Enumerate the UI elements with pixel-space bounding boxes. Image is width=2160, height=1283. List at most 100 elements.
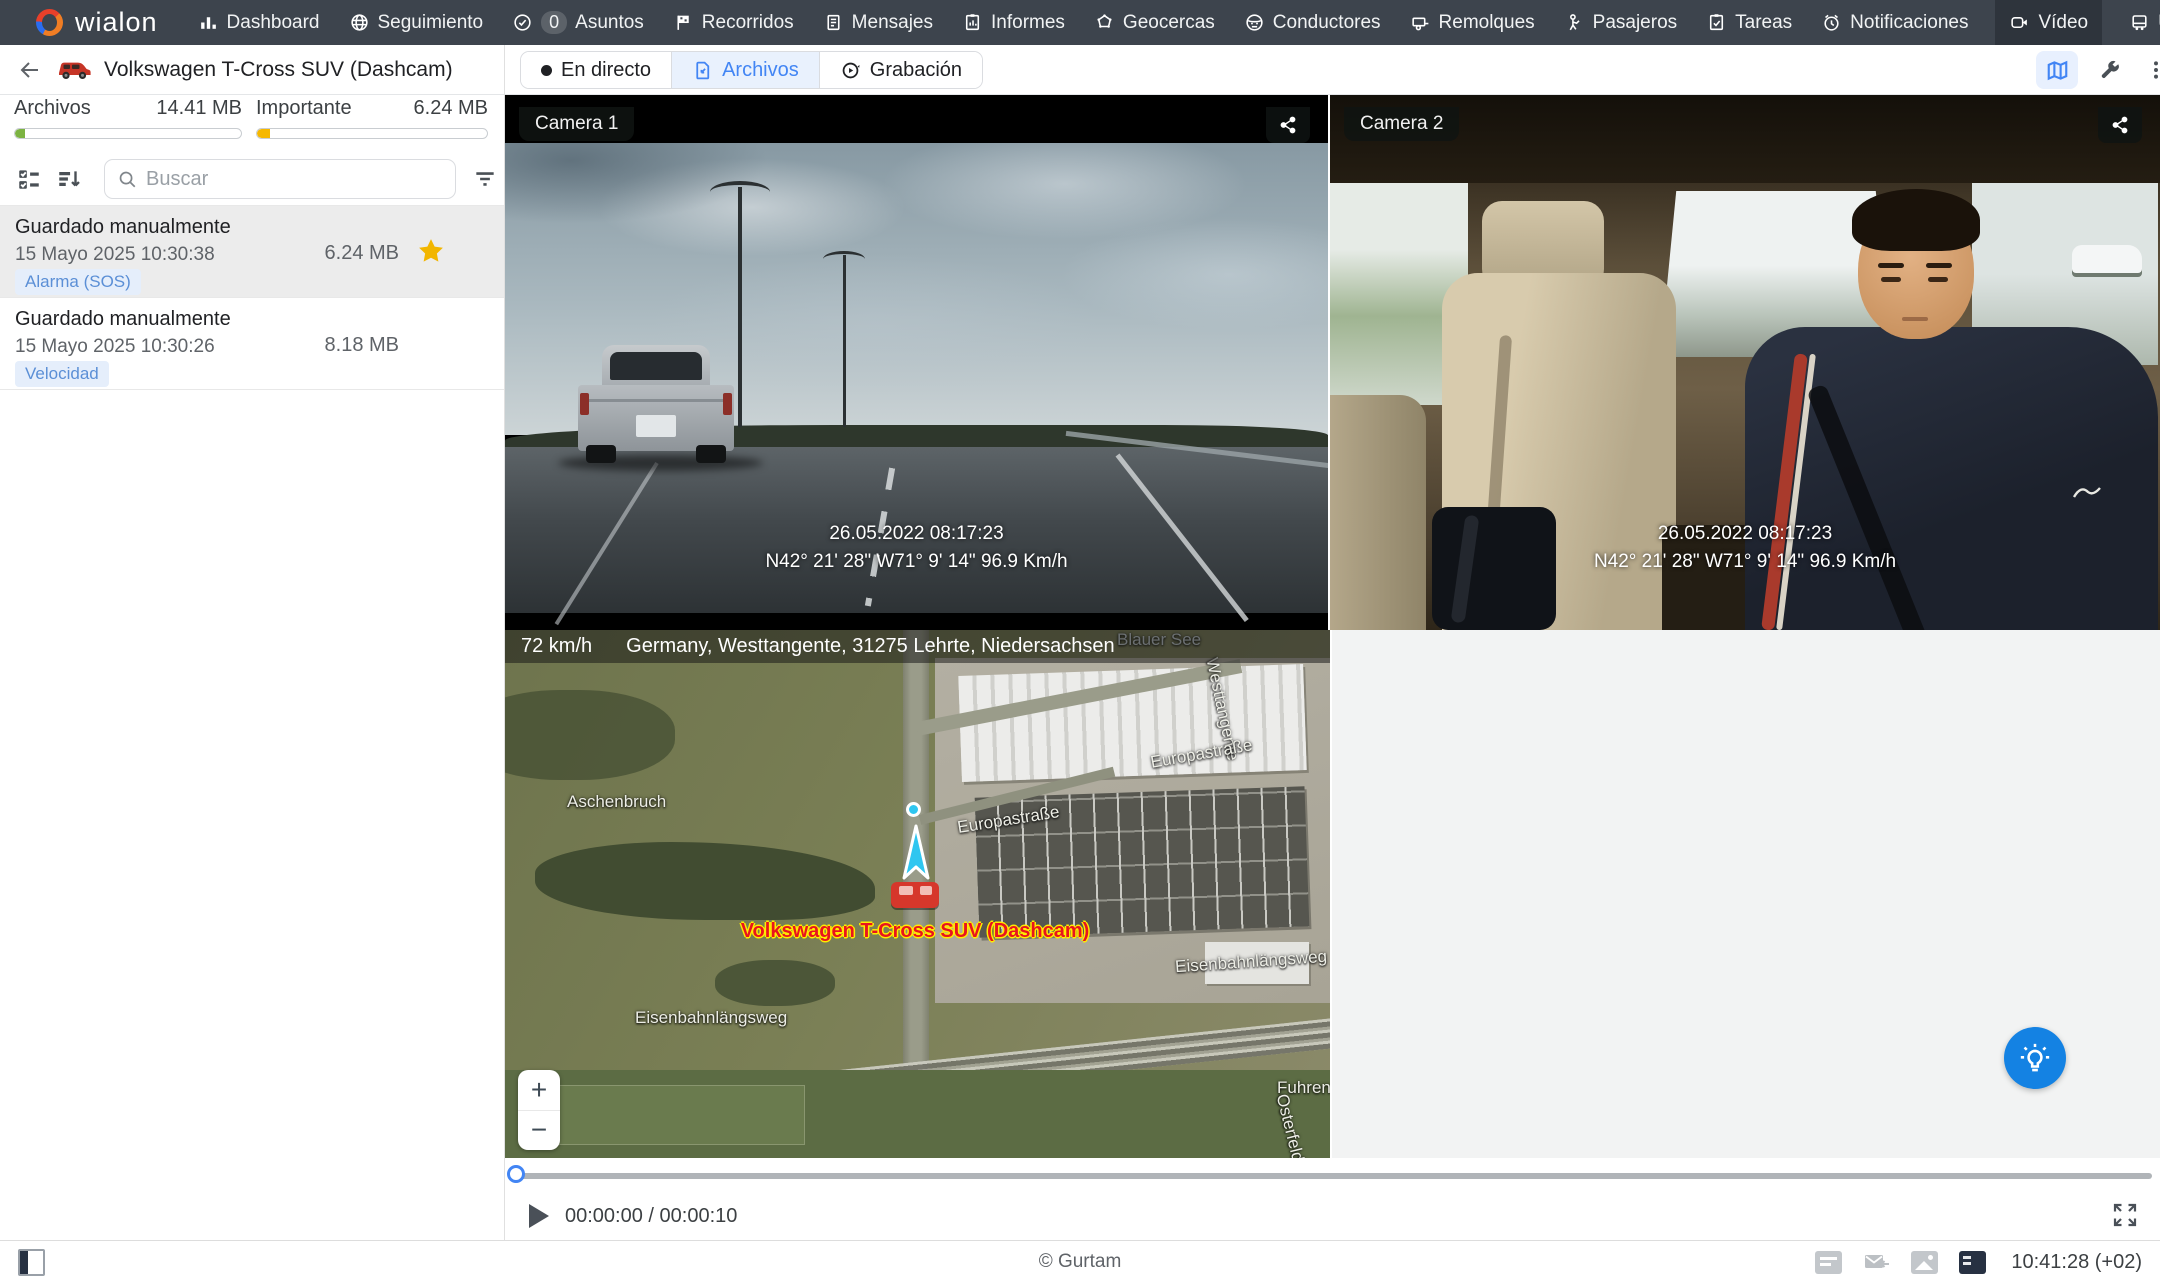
nav-item-informes[interactable]: Informes — [960, 0, 1067, 45]
clock-time: 10:41:28 (+02) — [2011, 1251, 2142, 1274]
live-dot-icon — [541, 65, 552, 76]
nav-item-pasajeros[interactable]: Pasajeros — [1562, 0, 1680, 45]
wialon-logo-icon — [36, 9, 63, 36]
cam1-position: N42° 21' 28" W71° 9' 14" 96.9 Km/h — [505, 551, 1328, 573]
map-label: Aschenbruch — [567, 792, 666, 812]
back-button[interactable] — [14, 55, 44, 85]
tasks-icon — [1706, 12, 1727, 33]
nav-item-seguimiento[interactable]: Seguimiento — [347, 0, 486, 45]
zoom-out-button[interactable]: − — [518, 1111, 560, 1151]
share-icon — [1278, 115, 1298, 135]
jacket-logo — [2072, 483, 2102, 501]
file-tag-badge: Velocidad — [15, 361, 109, 387]
tab-grabacion[interactable]: Grabación — [819, 52, 982, 88]
cam1-timestamp: 26.05.2022 08:17:23 — [505, 523, 1328, 545]
cam2-share-button[interactable] — [2098, 107, 2142, 143]
asuntos-count-badge: 0 — [541, 11, 567, 34]
fullscreen-icon — [2110, 1200, 2140, 1230]
dashboard-icon — [198, 12, 219, 33]
search-input[interactable] — [146, 168, 443, 191]
vehicle-icon — [56, 59, 92, 81]
importante-value: 6.24 MB — [414, 97, 488, 120]
file-date: 15 Mayo 2025 10:30:38 — [15, 244, 215, 266]
map-header: 72 km/h Germany, Westtangente, 31275 Leh… — [505, 630, 1330, 663]
file-item-1[interactable]: Guardado manualmente 15 Mayo 2025 10:30:… — [0, 206, 504, 298]
camera-2-label: Camera 2 — [1344, 107, 1459, 141]
sidebar-header: Volkswagen T-Cross SUV (Dashcam) — [0, 45, 504, 95]
hint-fab-button[interactable] — [2004, 1027, 2066, 1089]
playback-slider-thumb[interactable] — [507, 1165, 525, 1183]
status-bar: © Gurtam 10:41:28 (+02) — [0, 1240, 2160, 1283]
play-icon — [525, 1202, 551, 1230]
settings-wrench-button[interactable] — [2089, 51, 2131, 89]
layout-panel-icon[interactable] — [1959, 1251, 1986, 1274]
star-icon[interactable] — [416, 236, 446, 266]
video-tabbar: En directo Archivos Grabación — [505, 45, 2160, 95]
file-size: 8.18 MB — [325, 334, 399, 357]
nav-item-asuntos[interactable]: 0 Asuntos — [510, 0, 646, 45]
nav-item-mensajes[interactable]: Mensajes — [821, 0, 935, 45]
sidebar: Volkswagen T-Cross SUV (Dashcam) Archivo… — [0, 45, 505, 1240]
app-root: wialon Dashboard Seguimiento 0 Asuntos R… — [0, 0, 2160, 1283]
track-point — [906, 802, 921, 817]
bus-icon — [2129, 12, 2150, 33]
archivos-label: Archivos — [14, 97, 91, 120]
playback-slider[interactable] — [513, 1173, 2152, 1179]
check-circle-icon — [512, 12, 533, 33]
map-icon — [2045, 58, 2070, 83]
search-box — [104, 159, 456, 199]
lightbulb-icon — [2018, 1041, 2052, 1075]
more-options-button[interactable] — [2135, 51, 2160, 89]
archivos-progressbar — [14, 128, 242, 139]
nav-item-remolques[interactable]: Remolques — [1408, 0, 1537, 45]
playback-time: 00:00:00 / 00:00:10 — [565, 1205, 737, 1228]
nav-item-geocercas[interactable]: Geocercas — [1092, 0, 1217, 45]
cam2-position: N42° 21' 28" W71° 9' 14" 96.9 Km/h — [1330, 551, 2160, 573]
filter-icon[interactable] — [468, 162, 502, 196]
map-zoom-control: + − — [518, 1070, 560, 1150]
map-label: Eisenbahnlängsweg — [635, 1008, 787, 1028]
nav-item-unidades[interactable]: Unidades — [2127, 0, 2160, 45]
nav-item-notificaciones[interactable]: Notificaciones — [1819, 0, 1970, 45]
camera-2-pane[interactable]: Camera 2 26.05.2022 08:17:23 N42° 21' 28… — [1330, 95, 2160, 630]
nav-item-video[interactable]: Vídeo — [1995, 0, 2102, 45]
driver-icon — [1244, 12, 1265, 33]
zoom-in-button[interactable]: + — [518, 1070, 560, 1111]
image-icon[interactable] — [1911, 1251, 1938, 1274]
nav-item-recorridos[interactable]: Recorridos — [671, 0, 796, 45]
video-mode-tabs: En directo Archivos Grabación — [520, 51, 983, 89]
nav-item-dashboard[interactable]: Dashboard — [196, 0, 322, 45]
nav-item-tareas[interactable]: Tareas — [1704, 0, 1794, 45]
mail-export-icon[interactable] — [1863, 1251, 1890, 1274]
cam1-share-button[interactable] — [1266, 107, 1310, 143]
map-address: Germany, Westtangente, 31275 Lehrte, Nie… — [626, 635, 1114, 658]
tab-en-directo[interactable]: En directo — [521, 52, 671, 88]
file-date: 15 Mayo 2025 10:30:26 — [15, 336, 215, 358]
cam1-pickup-truck — [550, 333, 775, 473]
wialon-logo-text: wialon — [75, 7, 158, 38]
nav-items: Dashboard Seguimiento 0 Asuntos Recorrid… — [196, 0, 2160, 45]
file-item-2[interactable]: Guardado manualmente 15 Mayo 2025 10:30:… — [0, 298, 504, 390]
fullscreen-button[interactable] — [2110, 1200, 2140, 1230]
play-button[interactable] — [525, 1202, 551, 1230]
recording-icon — [840, 60, 861, 81]
alarm-icon — [1821, 12, 1842, 33]
log-icon[interactable] — [1815, 1251, 1842, 1274]
file-title: Guardado manualmente — [15, 308, 231, 331]
map-toggle-button[interactable] — [2036, 51, 2078, 89]
nav-item-conductores[interactable]: Conductores — [1242, 0, 1383, 45]
map[interactable]: Blauer See Westtangente Aschenbruch Euro… — [505, 630, 1330, 1158]
wrench-icon — [2098, 58, 2122, 82]
statusbar-right: 10:41:28 (+02) — [1815, 1251, 2160, 1274]
tab-archivos[interactable]: Archivos — [671, 52, 819, 88]
globe-icon — [349, 12, 370, 33]
wialon-logo[interactable]: wialon — [0, 7, 196, 38]
sort-icon[interactable] — [52, 162, 86, 196]
unit-marker-label: Volkswagen T-Cross SUV (Dashcam) — [635, 920, 1195, 943]
unit-title: Volkswagen T-Cross SUV (Dashcam) — [104, 58, 453, 82]
camera-1-pane[interactable]: Camera 1 26.05.2022 08:17:23 N42° 21' 28… — [505, 95, 1330, 630]
multi-select-icon[interactable] — [12, 162, 46, 196]
importante-progressbar — [256, 128, 488, 139]
importante-stat: Importante 6.24 MB — [256, 97, 488, 139]
report-icon — [962, 12, 983, 33]
